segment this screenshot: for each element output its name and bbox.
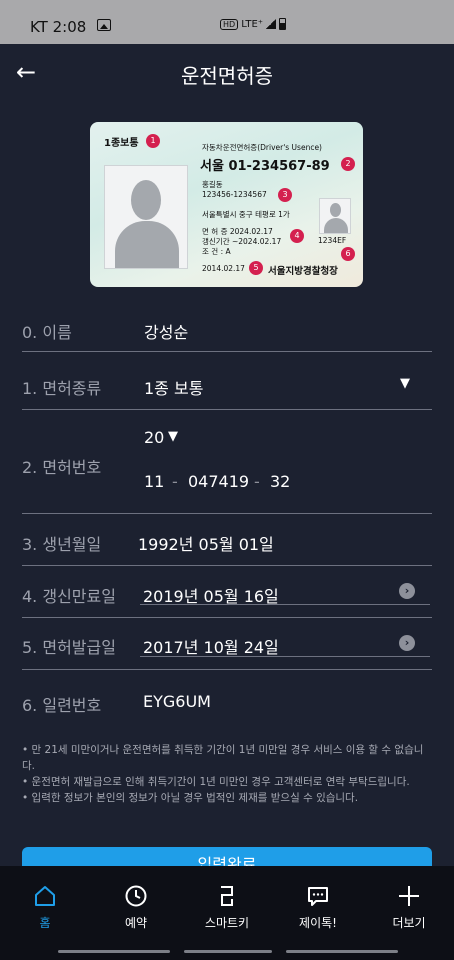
row-divider (22, 618, 432, 670)
status-bar: KT 2:08 HD LTE⁺ (0, 0, 454, 44)
notice-list: • 만 21세 미만이거나 운전면허를 취득한 기간이 1년 미만일 경우 서비… (22, 742, 432, 806)
card-photo-small (319, 198, 351, 234)
clock-icon (125, 885, 147, 907)
card-photo-placeholder (104, 165, 188, 269)
card-id-number: 123456-1234567 (202, 190, 267, 199)
card-badge-4: 4 (290, 229, 304, 243)
card-name: 홍길동 (202, 180, 223, 189)
nav-item-chat[interactable]: 제이톡! (273, 866, 363, 936)
name-value[interactable]: 강성순 (144, 319, 188, 343)
page-title: 운전면허증 (181, 64, 273, 88)
signal-icon (266, 19, 277, 29)
card-serial: 1234EF (318, 236, 347, 245)
plus-icon (399, 886, 419, 906)
card-license-number: 서울 01-234567-89 (200, 159, 330, 174)
card-badge-2: 2 (341, 157, 355, 171)
chevron-down-icon[interactable]: ▼ (400, 376, 410, 391)
bottom-nav: 홈 예약 스마트키 제이톡! 더보기 (0, 866, 454, 936)
license-number-label: 2. 면허번호 (22, 458, 102, 477)
license-type-label: 1. 면허종류 (22, 379, 102, 398)
card-agency: 서울지방경찰청장 (268, 266, 338, 277)
dash-separator: - (172, 472, 178, 491)
smartkey-icon (221, 886, 233, 906)
row-license-number: 2. 면허번호 20 ▼ 11 - 047419 - 32 (22, 410, 432, 514)
license-number-part3[interactable]: 32 (270, 472, 290, 491)
nav-label-more: 더보기 (392, 916, 426, 930)
serial-label: 6. 일련번호 (22, 696, 102, 715)
serial-value[interactable]: EYG6UM (143, 692, 211, 711)
nav-item-smartkey[interactable]: 스마트키 (182, 866, 272, 936)
nav-label-chat: 제이톡! (299, 916, 337, 930)
image-notification-icon (97, 19, 111, 31)
card-license-type: 1종보통 (104, 138, 139, 149)
card-badge-6: 6 (341, 247, 355, 261)
gesture-left (58, 950, 170, 953)
license-number-part2[interactable]: 047419 (188, 472, 249, 491)
region-chevron-down-icon[interactable]: ▼ (168, 429, 178, 444)
card-heading: 자동차운전면허증(Driver's Usence) (202, 143, 322, 152)
app-header: ← 운전면허증 (0, 44, 454, 100)
nav-label-home: 홈 (39, 916, 51, 930)
license-region-select[interactable]: 20 (144, 428, 164, 447)
battery-icon (279, 18, 287, 30)
notice-item: • 운전면허 재발급으로 인해 취득기간이 1년 미만인 경우 고객센터로 연락… (22, 776, 410, 788)
card-badge-1: 1 (146, 134, 160, 148)
nav-label-reservation: 예약 (124, 916, 148, 930)
license-card-sample: 1종보통 1 자동차운전면허증(Driver's Usence) 서울 01-2… (90, 122, 363, 287)
nav-label-smartkey: 스마트키 (204, 916, 250, 930)
row-serial: 6. 일련번호 EYG6UM (22, 670, 432, 730)
card-address: 서울특별시 중구 테평로 1가 (202, 210, 290, 219)
dash-separator: - (254, 472, 260, 491)
chat-icon (308, 887, 328, 906)
row-birth: 3. 생년월일 1992년 05월 01일 (22, 514, 432, 566)
card-badge-5: 5 (249, 261, 263, 275)
gesture-home (184, 950, 272, 953)
hd-voice-icon: HD (220, 18, 239, 30)
row-divider (22, 566, 432, 618)
gesture-right (286, 950, 398, 953)
nav-item-reservation[interactable]: 예약 (91, 866, 181, 936)
lte-icon: LTE⁺ (241, 18, 264, 30)
card-condition: 조 건 : A (202, 247, 231, 256)
carrier-time: KT 2:08 (30, 18, 87, 36)
notice-item: • 만 21세 미만이거나 운전면허를 취득한 기간이 1년 미만일 경우 서비… (22, 744, 424, 772)
card-date: 2014.02.17 (202, 264, 245, 273)
nav-item-home[interactable]: 홈 (0, 866, 90, 936)
card-badge-3: 3 (278, 188, 292, 202)
birth-label: 3. 생년월일 (22, 535, 102, 554)
nav-item-more[interactable]: 더보기 (364, 866, 454, 936)
name-label: 0. 이름 (22, 323, 72, 342)
home-icon (35, 886, 55, 906)
status-icons: HD LTE⁺ (220, 18, 287, 30)
license-number-part1[interactable]: 11 (144, 472, 164, 491)
row-license-type: 1. 면허종류 1종 보통 ▼ (22, 352, 432, 410)
row-name: 0. 이름 강성순 (22, 306, 432, 352)
birth-value[interactable]: 1992년 05월 01일 (138, 531, 274, 555)
license-type-select[interactable]: 1종 보통 (144, 375, 203, 399)
notice-item: • 입력한 정보가 본인의 정보가 아닐 경우 법적인 제재를 받으실 수 있습… (22, 792, 359, 804)
gesture-bar (0, 936, 454, 960)
